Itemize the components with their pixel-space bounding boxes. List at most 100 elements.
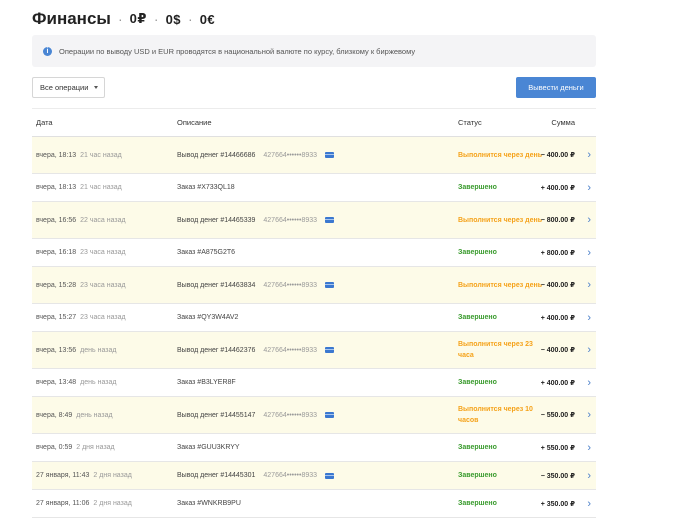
chevron-right-icon[interactable]: › <box>587 332 591 368</box>
row-description: Вывод денег #14466686 427664••••••8933 <box>177 137 335 173</box>
balance-eur: 0€ <box>199 11 216 27</box>
row-description-text: Заказ #X733QL18 <box>177 184 235 191</box>
row-date: вчера, 15:27 23 часа назад <box>36 304 126 331</box>
row-card-number: 427664••••••8933 <box>263 281 318 289</box>
info-icon: i <box>43 46 52 56</box>
operations-filter-select[interactable]: Все операции <box>32 77 105 98</box>
row-relative-time: день назад <box>80 346 117 354</box>
table-row[interactable]: 27 января, 11:43 2 дня назад Вывод денег #… <box>32 462 596 490</box>
row-status: Завершено <box>458 314 497 321</box>
table-row[interactable]: вчера, 16:56 22 часа назад Вывод денег #14… <box>32 202 596 239</box>
row-relative-time: день назад <box>76 411 113 419</box>
row-description: Вывод денег #14462376 427664••••••8933 <box>177 332 335 368</box>
chevron-right-icon[interactable]: › <box>587 434 591 461</box>
row-amount: + 800.00 ₽ <box>540 249 575 257</box>
row-date: вчера, 13:56 день назад <box>36 332 116 368</box>
row-description: Заказ #B3LYER8F <box>177 369 236 396</box>
row-description-text: Вывод денег #14455147 <box>177 411 256 419</box>
chevron-right-icon[interactable]: › <box>587 202 591 238</box>
table-row[interactable]: вчера, 13:56 день назад Вывод денег #14462… <box>32 332 596 369</box>
row-description-text: Заказ #QY3W4AV2 <box>177 314 239 321</box>
row-amount: − 400.00 ₽ <box>540 282 575 289</box>
withdraw-money-button[interactable]: Вывести деньги <box>516 77 596 98</box>
row-description: Заказ #X733QL18 <box>177 174 235 201</box>
row-amount: + 400.00 ₽ <box>540 314 575 322</box>
row-description-text: Заказ #GUU3KRYY <box>177 444 240 451</box>
row-amount: + 400.00 ₽ <box>540 184 575 192</box>
column-header-description: Описание <box>177 118 212 127</box>
transactions-table: Дата Описание Статус Сумма вчера, 18:13 2… <box>32 108 596 518</box>
table-row[interactable]: вчера, 18:13 21 час назад Вывод денег #144… <box>32 137 596 174</box>
balance-rub: 0₽ <box>129 11 147 26</box>
row-status: Завершено <box>458 444 497 451</box>
row-description-text: Вывод денег #14463834 <box>177 281 256 289</box>
table-row[interactable]: вчера, 0:59 2 дня назад Заказ #GUU3KRYY Зав… <box>32 434 596 462</box>
row-amount: − 800.00 ₽ <box>540 217 575 224</box>
table-row[interactable]: 27 января, 11:06 2 дня назад Заказ #WNKRB9… <box>32 490 596 518</box>
credit-card-icon <box>325 347 335 353</box>
row-card-number: 427664••••••8933 <box>263 151 318 159</box>
column-header-status: Статус <box>458 118 482 127</box>
row-date-text: вчера, 16:18 <box>36 249 77 256</box>
row-date-text: вчера, 15:28 <box>36 281 77 289</box>
row-relative-time: 22 часа назад <box>80 216 126 224</box>
row-status: Выполнится через 23 часа <box>458 341 533 359</box>
chevron-right-icon[interactable]: › <box>587 267 591 303</box>
row-date-text: вчера, 0:59 <box>36 444 73 451</box>
row-relative-time: 2 дня назад <box>93 500 132 507</box>
row-amount: − 550.00 ₽ <box>540 412 575 419</box>
table-row[interactable]: вчера, 13:48 день назад Заказ #B3LYER8F Зав… <box>32 369 596 397</box>
row-relative-time: 23 часа назад <box>80 281 126 289</box>
row-description-text: Заказ #B3LYER8F <box>177 379 236 386</box>
row-amount: + 550.00 ₽ <box>540 444 575 452</box>
row-date: вчера, 16:56 22 часа назад <box>36 202 126 238</box>
credit-card-icon <box>325 282 335 288</box>
row-description-text: Вывод денег #14445301 <box>177 472 256 479</box>
chevron-right-icon[interactable]: › <box>587 304 591 331</box>
table-row[interactable]: вчера, 8:49 день назад Вывод денег #144551… <box>32 397 596 434</box>
row-card-number: 427664••••••8933 <box>263 216 318 224</box>
chevron-right-icon[interactable]: › <box>587 462 591 489</box>
table-row[interactable]: вчера, 15:27 23 часа назад Заказ #QY3W4AV2… <box>32 304 596 332</box>
row-date: вчера, 13:48 день назад <box>36 369 116 396</box>
row-date: вчера, 0:59 2 дня назад <box>36 434 115 461</box>
table-header: Дата Описание Статус Сумма <box>32 109 596 137</box>
chevron-right-icon[interactable]: › <box>587 239 591 266</box>
balance-usd: 0$ <box>165 11 182 27</box>
chevron-right-icon[interactable]: › <box>587 137 591 173</box>
row-status: Завершено <box>458 379 497 386</box>
currency-notice: i Операции по выводу USD и EUR проводятс… <box>32 35 596 67</box>
row-relative-time: 21 час назад <box>80 151 122 159</box>
balance-separator: · <box>188 11 193 27</box>
column-header-date: Дата <box>36 118 53 127</box>
credit-card-icon <box>325 152 335 158</box>
row-card-number: 427664••••••8933 <box>263 346 318 354</box>
row-description: Вывод денег #14463834 427664••••••8933 <box>177 267 335 303</box>
credit-card-icon <box>325 472 335 479</box>
row-description-text: Вывод денег #14462376 <box>177 346 256 354</box>
chevron-right-icon[interactable]: › <box>587 490 591 517</box>
row-status: Выполнится через день <box>458 216 543 224</box>
notice-text: Операции по выводу USD и EUR проводятся … <box>59 46 416 56</box>
row-date-text: вчера, 16:56 <box>36 216 77 224</box>
table-row[interactable]: вчера, 15:28 23 часа назад Вывод денег #14… <box>32 267 596 304</box>
row-relative-time: 2 дня назад <box>76 444 115 451</box>
row-status: Завершено <box>458 249 497 256</box>
row-date-text: вчера, 18:13 <box>36 151 77 159</box>
table-row[interactable]: вчера, 18:13 21 час назад Заказ #X733QL18 З… <box>32 174 596 202</box>
table-row[interactable]: вчера, 16:18 23 часа назад Заказ #A875G2T6… <box>32 239 596 267</box>
row-description: Заказ #A875G2T6 <box>177 239 235 266</box>
row-amount: − 400.00 ₽ <box>540 347 575 354</box>
chevron-right-icon[interactable]: › <box>587 369 591 396</box>
row-date: вчера, 18:13 21 час назад <box>36 137 122 173</box>
chevron-right-icon[interactable]: › <box>587 174 591 201</box>
row-date: вчера, 18:13 21 час назад <box>36 174 122 201</box>
chevron-down-icon <box>94 86 99 89</box>
row-date-text: вчера, 13:56 <box>36 346 77 354</box>
chevron-right-icon[interactable]: › <box>587 397 591 433</box>
row-date: вчера, 15:28 23 часа назад <box>36 267 126 303</box>
row-date-text: вчера, 18:13 <box>36 184 77 191</box>
filter-selected-value: Все операции <box>40 83 89 92</box>
row-date: 27 января, 11:06 2 дня назад <box>36 490 132 517</box>
row-date-text: 27 января, 11:06 <box>36 500 90 507</box>
